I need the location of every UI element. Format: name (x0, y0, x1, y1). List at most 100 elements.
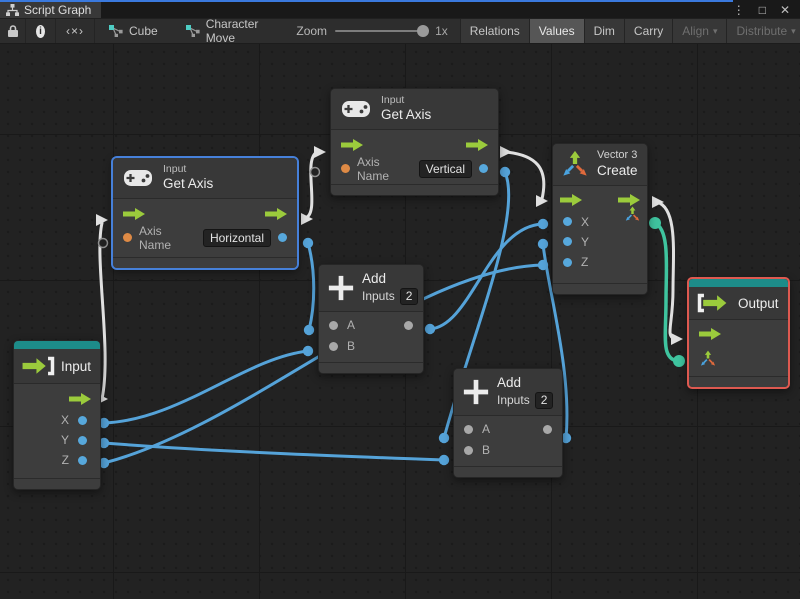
toolbar-button-values[interactable]: Values (529, 19, 585, 43)
io-node-accent-strip (689, 279, 788, 287)
node-input[interactable]: Input X Y Z (13, 340, 101, 490)
inputs-count-field[interactable]: 2 (534, 391, 554, 409)
wire-add1-to-vector3-x[interactable] (428, 222, 545, 331)
value-endpoint (302, 345, 314, 357)
axis-name-input-port[interactable] (341, 164, 350, 173)
info-button[interactable]: i (26, 19, 56, 43)
toolbar-button-relations[interactable]: Relations (459, 19, 530, 43)
port-label: A (482, 422, 491, 437)
zoom-label: Zoom (296, 24, 328, 38)
node-vector3-create[interactable]: Vector 3 Create X Y Z (552, 143, 648, 295)
plus-icon (327, 274, 355, 302)
node-output[interactable]: Output (687, 277, 790, 389)
axis-name-input-port[interactable] (123, 233, 132, 242)
axis-name-field[interactable]: Vertical (418, 159, 472, 178)
wire-flow-getaxis-v-to-vector3[interactable] (504, 150, 546, 201)
y-input-port[interactable] (563, 237, 572, 247)
toolbar-button-distribute[interactable]: Distribute ▾ (727, 19, 800, 43)
port-label: Axis Name (139, 223, 172, 252)
flow-out-port[interactable] (466, 138, 488, 151)
plus-icon (462, 378, 490, 406)
node-header: Add Inputs 2 (319, 265, 423, 312)
value-endpoint (438, 454, 450, 466)
breadcrumb-character-move[interactable]: Character Move (172, 17, 273, 45)
zoom-slider-handle[interactable] (417, 25, 430, 37)
value-endpoint (537, 218, 549, 230)
tab-script-graph[interactable]: Script Graph (0, 2, 102, 18)
node-add-2[interactable]: Add Inputs 2 A B (453, 368, 563, 478)
port-label: X (60, 413, 69, 427)
button-label: Distribute (736, 24, 788, 38)
input-b-port[interactable] (464, 445, 473, 455)
gamepad-icon (122, 168, 154, 188)
flow-endpoint (314, 146, 326, 158)
z-input-port[interactable] (563, 257, 572, 267)
flow-in-port[interactable] (341, 138, 363, 151)
tab-bar: Script Graph ⋮ □ ✕ (0, 2, 800, 18)
port-label: Z (581, 255, 589, 270)
node-title: Input (61, 358, 92, 374)
value-endpoint (537, 259, 549, 271)
node-header: Add Inputs 2 (454, 369, 562, 416)
graph-node-icon (109, 25, 123, 37)
node-header: Output (689, 287, 788, 320)
flow-in-port[interactable] (123, 207, 145, 220)
node-footer (331, 184, 498, 195)
node-category: Input (381, 94, 405, 106)
node-header: Vector 3 Create (553, 144, 647, 186)
input-a-port[interactable] (329, 320, 338, 330)
node-add-1[interactable]: Add Inputs 2 A B (318, 264, 424, 374)
flow-out-port[interactable] (69, 392, 91, 405)
x-input-port[interactable] (563, 217, 572, 227)
flow-in-port[interactable] (560, 194, 582, 207)
breadcrumb-cube[interactable]: Cube (95, 19, 172, 43)
wire-input-x-to-add1-b[interactable] (102, 349, 310, 425)
value-output-port[interactable] (278, 233, 287, 242)
node-footer (454, 466, 562, 477)
vector3-value-input-port[interactable] (699, 349, 717, 367)
sum-output-port[interactable] (543, 424, 552, 434)
wire-flow-getaxis-h-to-getaxis-v[interactable] (303, 150, 319, 220)
input-b-port[interactable] (329, 341, 338, 351)
toolbar-button-dim[interactable]: Dim (584, 19, 625, 43)
window-close-icon[interactable]: ✕ (780, 4, 790, 16)
sum-output-port[interactable] (404, 320, 413, 330)
z-output-port[interactable] (78, 455, 87, 465)
node-get-axis-horizontal[interactable]: Input Get Axis Axis Name Horizontal (112, 157, 298, 269)
toolbar-button-carry[interactable]: Carry (624, 19, 674, 43)
port-label: B (347, 339, 356, 354)
vector3-result-output-port[interactable] (624, 205, 641, 222)
y-output-port[interactable] (78, 435, 87, 445)
value-output-port[interactable] (479, 164, 488, 173)
window-menu-icon[interactable]: ⋮ (733, 4, 745, 16)
gamepad-icon (340, 99, 372, 119)
flow-in-port[interactable] (699, 328, 721, 340)
unconnected-port (97, 237, 109, 249)
lock-button[interactable] (0, 19, 26, 43)
axis-name-field[interactable]: Horizontal (202, 228, 271, 247)
port-label: Axis Name (357, 154, 390, 183)
flow-endpoint (301, 213, 313, 225)
window-maximize-icon[interactable]: □ (759, 4, 766, 16)
x-output-port[interactable] (78, 415, 87, 425)
node-get-axis-vertical[interactable]: Input Get Axis Axis Name Vertical (330, 88, 499, 196)
inputs-count-field[interactable]: 2 (399, 287, 419, 305)
zoom-slider[interactable] (335, 25, 430, 37)
inputs-label: Inputs (362, 288, 395, 303)
input-a-port[interactable] (464, 424, 473, 434)
graph-canvas[interactable]: Input Get Axis Axis Name Vertical Input … (0, 44, 800, 599)
unity-script-graph-window: Script Graph ⋮ □ ✕ i ‹×› Cube Character … (0, 0, 800, 599)
node-footer (553, 283, 647, 294)
wire-getaxis-h-to-add1-a[interactable] (306, 241, 316, 332)
vector3-endpoint (649, 217, 661, 229)
node-footer (689, 376, 788, 387)
code-preview-button[interactable]: ‹×› (56, 19, 95, 43)
toolbar-button-align[interactable]: Align ▾ (673, 19, 728, 43)
value-endpoint (499, 166, 511, 178)
flow-out-port[interactable] (618, 194, 640, 207)
breadcrumb-label: Cube (129, 24, 158, 38)
port-label: B (482, 443, 491, 458)
flow-out-port[interactable] (265, 207, 287, 220)
vector3-icon (560, 150, 590, 178)
value-endpoint (537, 238, 549, 250)
